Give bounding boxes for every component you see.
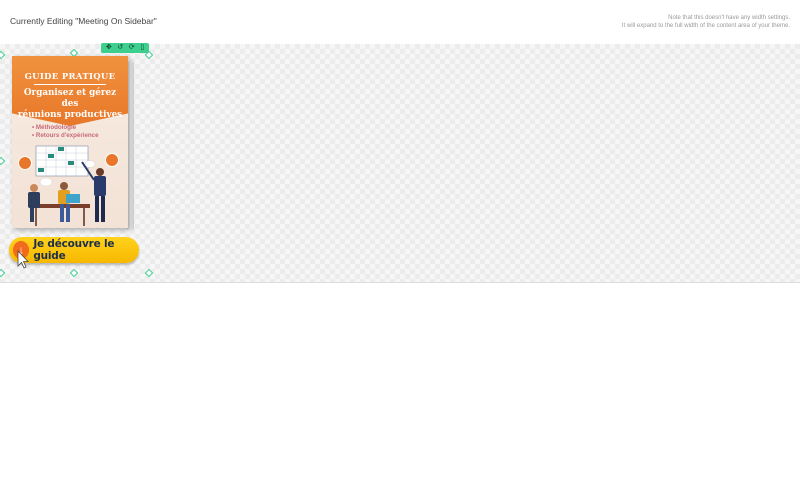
cover-bullets: • Méthodologie • Retours d'expérience <box>32 124 99 140</box>
cover-title-line-2: réunions productives <box>17 110 123 120</box>
undo-icon[interactable]: ↺ <box>117 43 123 53</box>
cover-title-line-1: Organisez et gérez des <box>23 88 117 109</box>
delete-icon[interactable]: ▯ <box>140 43 144 53</box>
cover-title: Organisez et gérez des réunions producti… <box>16 88 124 121</box>
refresh-icon[interactable]: ⟳ <box>129 43 135 53</box>
meeting-illustration <box>28 145 106 226</box>
move-icon[interactable]: ✥ <box>106 43 112 53</box>
widget-toolbar: ✥ ↺ ⟳ ▯ <box>101 43 149 53</box>
cover-bullet-1: • Méthodologie <box>32 124 77 131</box>
cover-divider <box>34 84 106 85</box>
width-note: Note that this doesn't have any width se… <box>622 14 790 30</box>
editing-title: Currently Editing "Meeting On Sidebar" <box>10 16 157 26</box>
discover-guide-label: Je découvre le guide <box>33 238 115 262</box>
book-cover: GUIDE PRATIQUE Organisez et gérez des ré… <box>12 56 128 228</box>
width-note-line-1: Note that this doesn't have any width se… <box>668 15 790 21</box>
cover-label: GUIDE PRATIQUE <box>24 72 116 82</box>
editor-header: Currently Editing "Meeting On Sidebar" N… <box>0 0 800 44</box>
guide-book-image[interactable]: GUIDE PRATIQUE Organisez et gérez des ré… <box>12 56 134 230</box>
width-note-line-2: It will expand to the full width of the … <box>621 23 790 29</box>
book-spine <box>127 62 134 230</box>
pointer-cursor-icon <box>17 250 29 269</box>
cover-bullet-2: • Retours d'expérience <box>32 132 99 139</box>
